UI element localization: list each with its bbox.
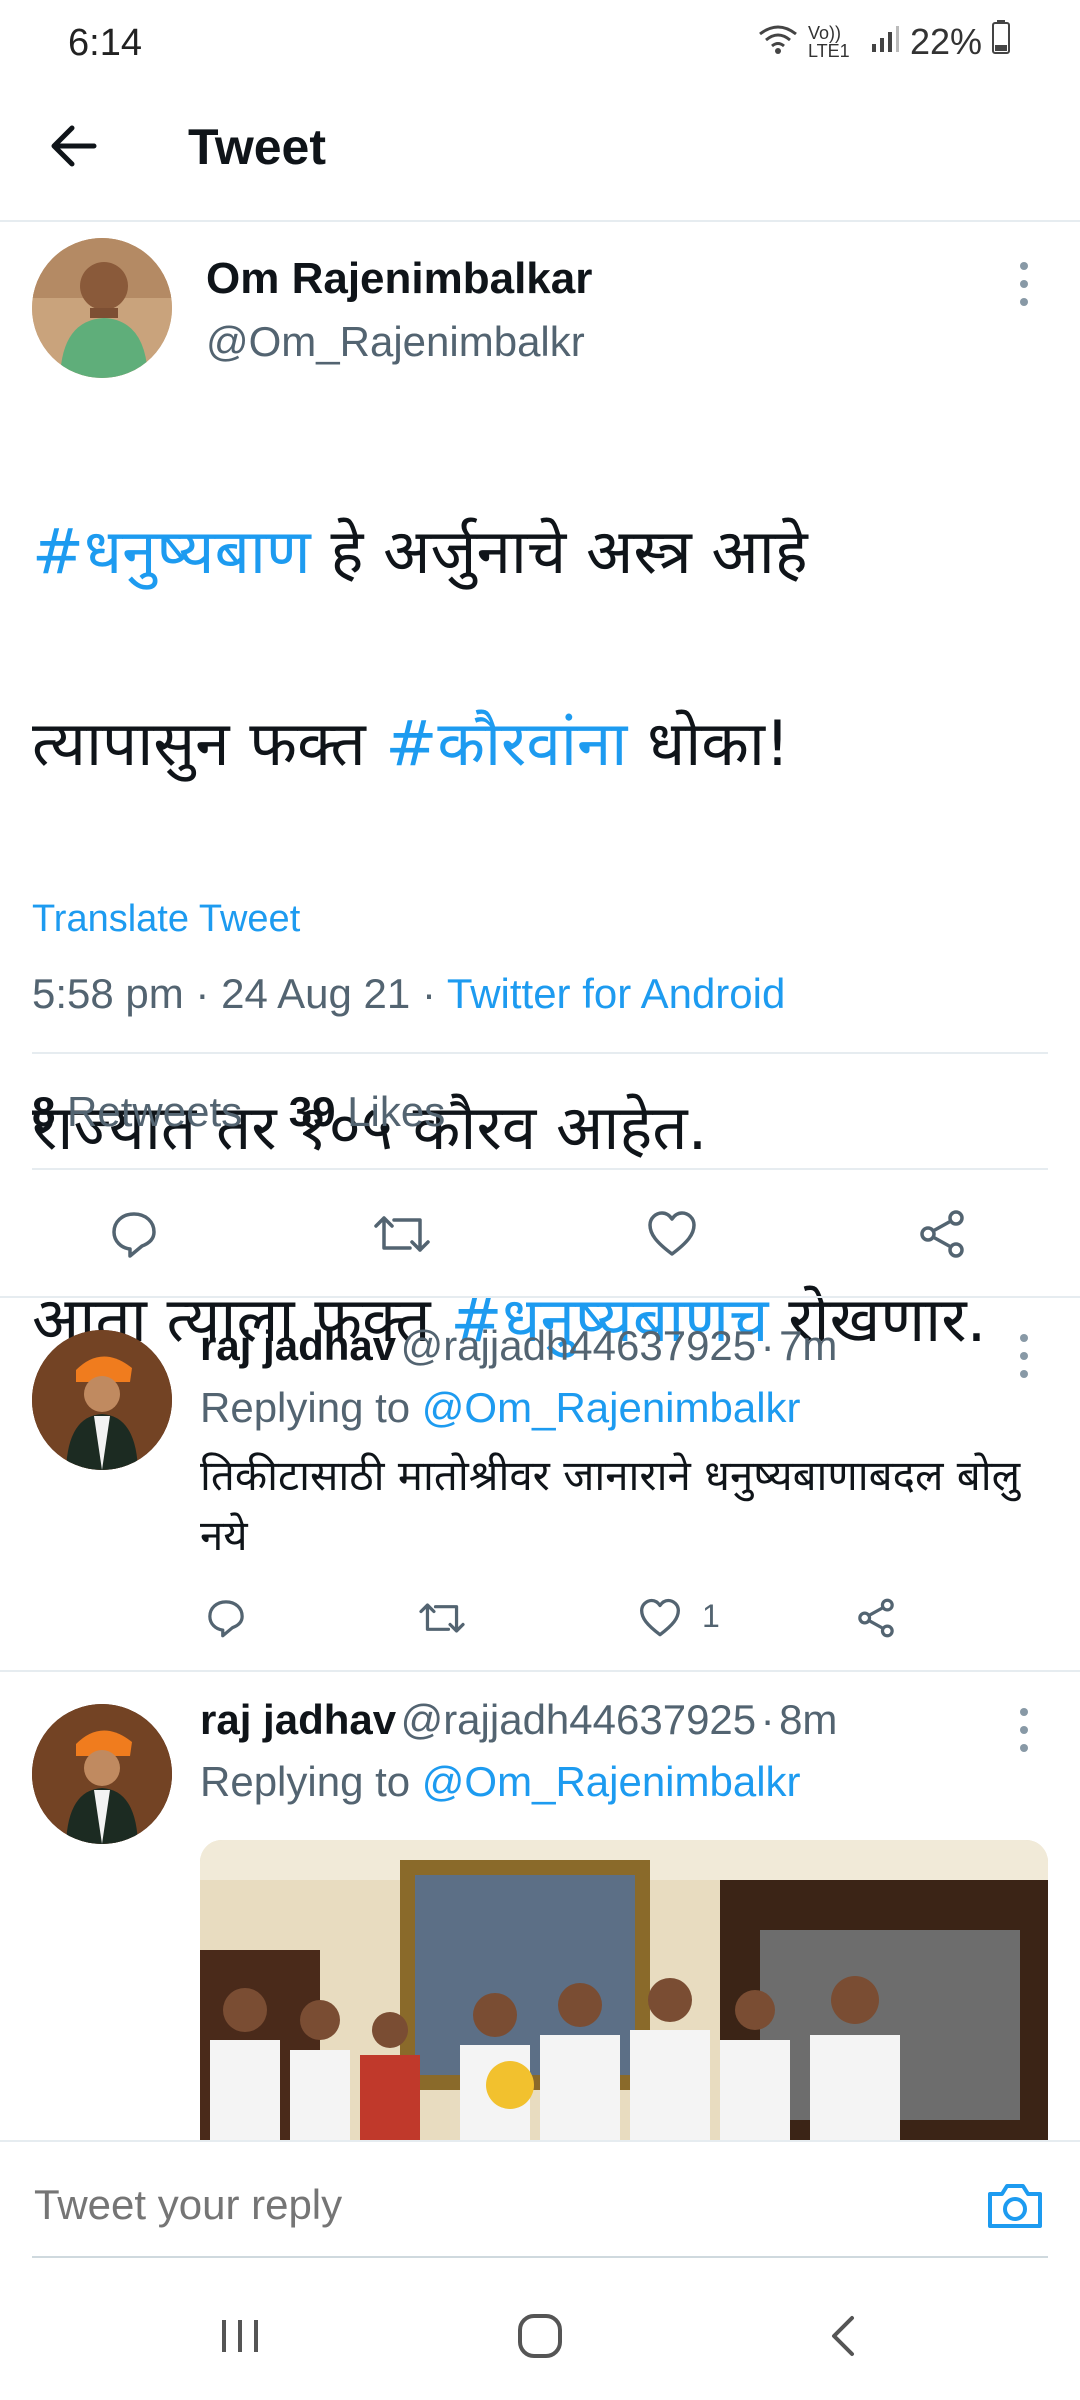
- reply-text: तिकीटासाठी मातोश्रीवर जानाराने धनुष्यबाण…: [200, 1451, 1021, 1560]
- back-arrow-icon[interactable]: [46, 118, 102, 174]
- composer-underline: [32, 2256, 1048, 2258]
- reply-photo[interactable]: [200, 1840, 1048, 2140]
- tweet-reply-input[interactable]: [32, 2180, 936, 2230]
- author-handle[interactable]: @Om_Rajenimbalkr: [206, 318, 585, 366]
- system-back-icon[interactable]: [826, 2312, 862, 2365]
- reply-author-handle[interactable]: @rajjadh44637925: [401, 1696, 757, 1743]
- network-label: Vo)) LTE1: [807, 22, 850, 61]
- share-icon[interactable]: [912, 1204, 972, 1264]
- more-options-icon[interactable]: [1018, 1334, 1030, 1378]
- author-avatar[interactable]: [32, 238, 172, 378]
- reply-header: raj jadhav @rajjadh44637925 · 7m: [200, 1322, 838, 1369]
- status-icons: Vo)) LTE1 22%: [758, 20, 1010, 63]
- reply-age: 7m: [779, 1322, 838, 1369]
- likes-label: Likes: [347, 1088, 446, 1135]
- retweet-icon[interactable]: [372, 1204, 432, 1264]
- wifi-icon: [758, 21, 798, 63]
- tweet-text-fragment: त्यापासुन फक्त: [32, 707, 386, 780]
- status-time: 6:14: [68, 22, 142, 64]
- signal-icon: [870, 21, 900, 63]
- divider: [0, 1670, 1080, 1672]
- translate-tweet-link[interactable]: Translate Tweet: [32, 898, 300, 941]
- home-icon[interactable]: [516, 2312, 564, 2365]
- reply-avatar[interactable]: [32, 1330, 172, 1470]
- like-heart-icon[interactable]: [630, 1588, 690, 1648]
- reply-icon[interactable]: [196, 1588, 256, 1648]
- reply-author-name[interactable]: raj jadhav: [200, 1696, 396, 1743]
- author-name[interactable]: Om Rajenimbalkar: [206, 254, 592, 304]
- tweet-text-fragment: धोका!: [627, 707, 790, 780]
- top-app-bar: [0, 100, 1080, 222]
- reply-icon[interactable]: [104, 1204, 164, 1264]
- tweet-line: #धनुष्यबाण हे अर्जुनाचे अस्त्र आहे: [32, 504, 1042, 600]
- replying-to-label: Replying to: [200, 1758, 411, 1805]
- replying-to-handle-link[interactable]: @Om_Rajenimbalkr: [422, 1384, 801, 1431]
- retweet-icon[interactable]: [412, 1588, 472, 1648]
- replying-to-handle-link[interactable]: @Om_Rajenimbalkr: [422, 1758, 801, 1805]
- reply-author-name[interactable]: raj jadhav: [200, 1322, 396, 1369]
- divider: [0, 1296, 1080, 1298]
- tweet-line: त्यापासुन फक्त #कौरवांना धोका!: [32, 696, 1042, 792]
- likes-stat[interactable]: 39 Likes: [289, 1088, 445, 1135]
- replying-to: Replying to @Om_Rajenimbalkr: [200, 1758, 801, 1806]
- tweet-meta: 5:58 pm · 24 Aug 21 · Twitter for Androi…: [32, 970, 786, 1017]
- battery-icon: [992, 20, 1010, 63]
- hashtag-link[interactable]: #धनुष्यबाण: [32, 515, 311, 588]
- recent-apps-icon[interactable]: [218, 2316, 262, 2361]
- page-title: Tweet: [188, 119, 326, 175]
- replying-to: Replying to @Om_Rajenimbalkr: [200, 1384, 801, 1432]
- tweet-date: 24 Aug 21: [221, 970, 411, 1017]
- retweets-count: 8: [32, 1088, 56, 1135]
- battery-percent: 22%: [909, 20, 982, 62]
- tweet-time: 5:58 pm: [32, 970, 184, 1017]
- share-icon[interactable]: [846, 1588, 906, 1648]
- replying-to-label: Replying to: [200, 1384, 411, 1431]
- reply-avatar[interactable]: [32, 1704, 172, 1844]
- hashtag-link[interactable]: #कौरवांना: [385, 707, 627, 780]
- like-heart-icon[interactable]: [642, 1204, 702, 1264]
- more-options-icon[interactable]: [1018, 1708, 1030, 1752]
- tweet-source-link[interactable]: Twitter for Android: [447, 970, 785, 1017]
- tweet-text-fragment: हे अर्जुनाचे अस्त्र आहे: [310, 515, 808, 588]
- reply-age: 8m: [779, 1696, 838, 1743]
- divider: [32, 1052, 1048, 1054]
- tweet-stats: 8 Retweets 39 Likes: [32, 1088, 445, 1136]
- reply-like-count: 1: [702, 1598, 720, 1634]
- camera-icon[interactable]: [986, 2180, 1044, 2230]
- retweets-label: Retweets: [67, 1088, 243, 1135]
- retweets-stat[interactable]: 8 Retweets: [32, 1088, 242, 1135]
- reply-author-handle[interactable]: @rajjadh44637925: [401, 1322, 757, 1369]
- reply-header: raj jadhav @rajjadh44637925 · 8m: [200, 1696, 838, 1743]
- likes-count: 39: [288, 1088, 336, 1135]
- more-options-icon[interactable]: [1018, 262, 1030, 306]
- divider: [32, 1168, 1048, 1170]
